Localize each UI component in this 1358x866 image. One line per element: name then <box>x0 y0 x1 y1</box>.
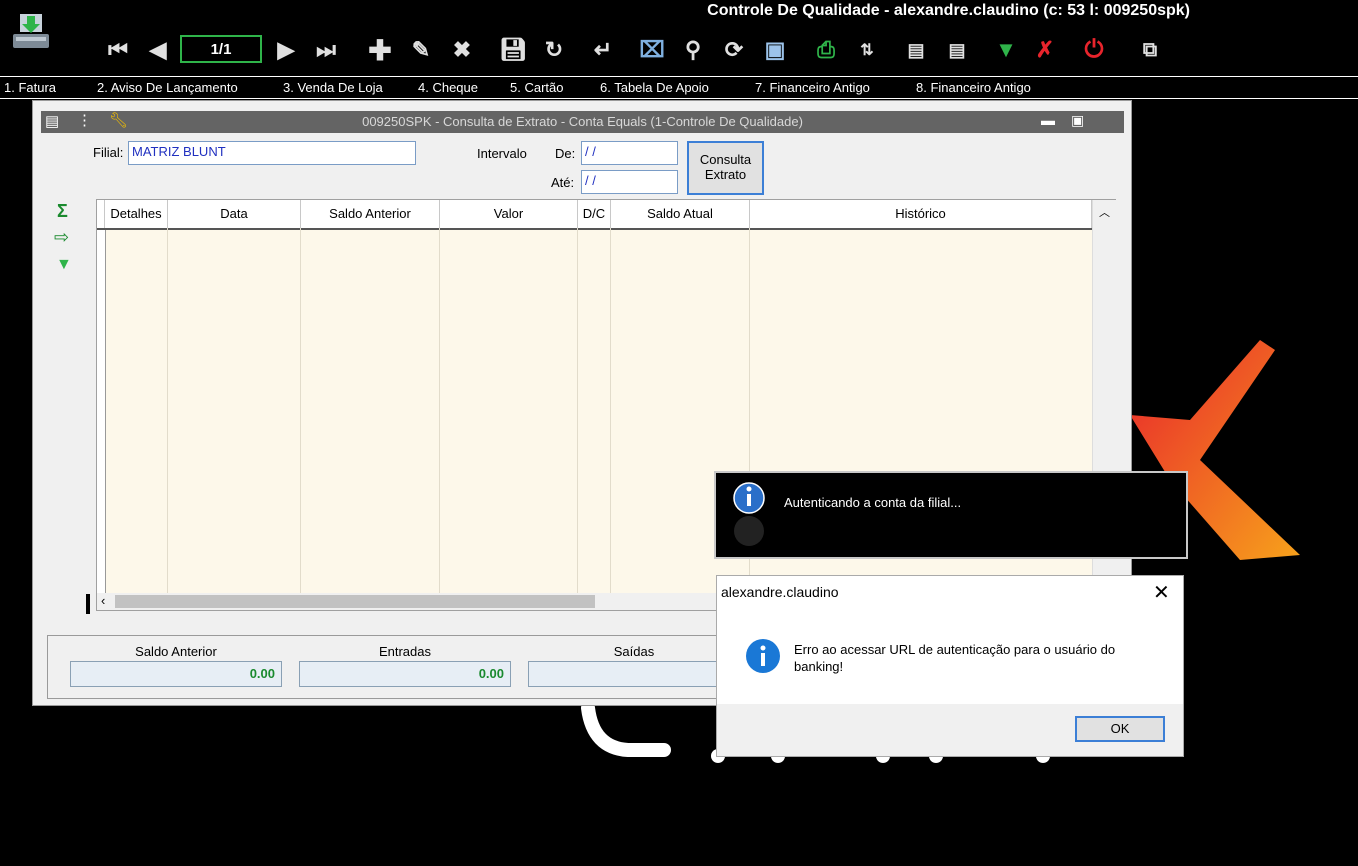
col-data[interactable]: Data <box>168 200 301 228</box>
clear-icon[interactable]: ⌧ <box>636 34 668 66</box>
close-icon[interactable]: ✕ <box>1153 580 1170 605</box>
search-icon[interactable]: ⚲ <box>677 34 709 66</box>
filial-input[interactable]: MATRIZ BLUNT <box>128 141 416 165</box>
auth-notice-text: Autenticando a conta da filial... <box>784 495 962 510</box>
menu-bar: 1. Fatura 2. Aviso De Lançamento 3. Vend… <box>0 76 1358 99</box>
menu-item-aviso[interactable]: 2. Aviso De Lançamento <box>97 80 238 95</box>
consulta-button-line1: Consulta <box>699 152 752 167</box>
page-indicator: 1/1 <box>180 35 262 63</box>
window-titlebar: ▤ ⋮ 🔧︎ 009250SPK - Consulta de Extrato -… <box>41 111 1124 133</box>
error-dialog: alexandre.claudino ✕ Erro ao acessar URL… <box>716 575 1184 757</box>
screen-switch-icon[interactable]: ⧉ <box>1134 34 1166 66</box>
col-dc[interactable]: D/C <box>578 200 611 228</box>
saldo-anterior-label: Saldo Anterior <box>135 644 217 659</box>
sum-icon[interactable]: Σ <box>57 201 68 222</box>
filial-label: Filial: <box>93 145 124 160</box>
ok-button[interactable]: OK <box>1075 716 1165 742</box>
consulta-button-line2: Extrato <box>704 167 747 182</box>
minimize-icon[interactable]: ▬ <box>1041 112 1055 128</box>
app-download-icon[interactable] <box>10 12 52 54</box>
saldo-anterior-value: 0.00 <box>70 661 282 687</box>
confirm-icon[interactable]: ↵ <box>587 34 619 66</box>
consulta-extrato-button[interactable]: Consulta Extrato <box>687 141 764 195</box>
col-detalhes[interactable]: Detalhes <box>105 200 168 228</box>
refresh-plus-icon[interactable]: ↻ <box>538 34 570 66</box>
remove-doc-icon[interactable]: ▤ <box>941 34 973 66</box>
download-icon[interactable]: ▼ <box>990 34 1022 66</box>
menu-item-venda[interactable]: 3. Venda De Loja <box>283 80 383 95</box>
entradas-label: Entradas <box>378 644 432 659</box>
window-title: 009250SPK - Consulta de Extrato - Conta … <box>362 114 803 129</box>
prev-record-icon[interactable]: ◀ <box>142 34 174 66</box>
menu-item-tabela[interactable]: 6. Tabela De Apoio <box>600 80 709 95</box>
col-valor[interactable]: Valor <box>440 200 578 228</box>
info-icon <box>733 482 765 546</box>
print-icon[interactable]: ⎙ <box>810 34 842 66</box>
edit-icon[interactable]: ✎ <box>405 34 437 66</box>
download-icon[interactable]: ▼ <box>56 256 72 274</box>
sort-az-icon[interactable]: ⇅ <box>851 34 883 66</box>
col-saldo-atual[interactable]: Saldo Atual <box>611 200 750 228</box>
next-record-icon[interactable]: ▶ <box>270 34 302 66</box>
save-icon[interactable]: 💾︎ <box>497 34 529 66</box>
cancel-red-icon[interactable]: ✗ <box>1029 34 1061 66</box>
saidas-value: 0. <box>528 661 740 687</box>
auth-notice: Autenticando a conta da filial... <box>714 471 1188 559</box>
dialog-message-line1: Erro ao acessar URL de autenticação para… <box>794 642 1116 657</box>
menu-item-financeiro-1[interactable]: 7. Financeiro Antigo <box>755 80 870 95</box>
scroll-up-icon[interactable]: ︿ <box>1099 204 1110 220</box>
dialog-message-line2: banking! <box>794 659 844 674</box>
app-title: Controle De Qualidade - alexandre.claudi… <box>707 2 1190 19</box>
export-icon[interactable]: ⇨ <box>54 227 69 248</box>
ate-date-input[interactable]: / / <box>581 170 678 194</box>
ate-label: Até: <box>551 175 575 190</box>
intervalo-label: Intervalo <box>477 146 527 161</box>
delete-icon[interactable]: ✖ <box>446 34 478 66</box>
info-icon <box>746 639 780 673</box>
menu-item-fatura[interactable]: 1. Fatura <box>4 80 56 95</box>
menu-item-cartao[interactable]: 5. Cartão <box>510 80 563 95</box>
add-icon[interactable]: ✚ <box>364 34 396 66</box>
scroll-left-icon[interactable]: ‹ <box>101 593 105 608</box>
add-doc-icon[interactable]: ▤ <box>900 34 932 66</box>
power-icon[interactable]: ⏻ <box>1078 34 1110 66</box>
menu-item-cheque[interactable]: 4. Cheque <box>418 80 478 95</box>
row-indicator-column <box>97 230 106 593</box>
de-label: De: <box>555 146 576 161</box>
last-record-icon[interactable]: ⏭ <box>310 34 342 66</box>
saidas-label: Saídas <box>613 644 655 659</box>
preview-icon[interactable]: ▣ <box>759 34 791 66</box>
first-record-icon[interactable]: ⏮ <box>102 34 134 66</box>
dialog-footer: OK <box>717 704 1183 756</box>
dialog-message: Erro ao acessar URL de autenticação para… <box>794 641 1115 675</box>
dialog-title: alexandre.claudino <box>721 584 839 600</box>
de-date-input[interactable]: / / <box>581 141 678 165</box>
col-historico[interactable]: Histórico <box>750 200 1092 228</box>
scroll-thumb[interactable] <box>115 595 595 608</box>
reload-icon[interactable]: ⟳ <box>718 34 750 66</box>
maximize-icon[interactable]: ▣ <box>1071 112 1084 129</box>
entradas-value: 0.00 <box>299 661 511 687</box>
menu-item-financeiro-2[interactable]: 8. Financeiro Antigo <box>916 80 1031 95</box>
col-saldo-anterior[interactable]: Saldo Anterior <box>301 200 440 228</box>
